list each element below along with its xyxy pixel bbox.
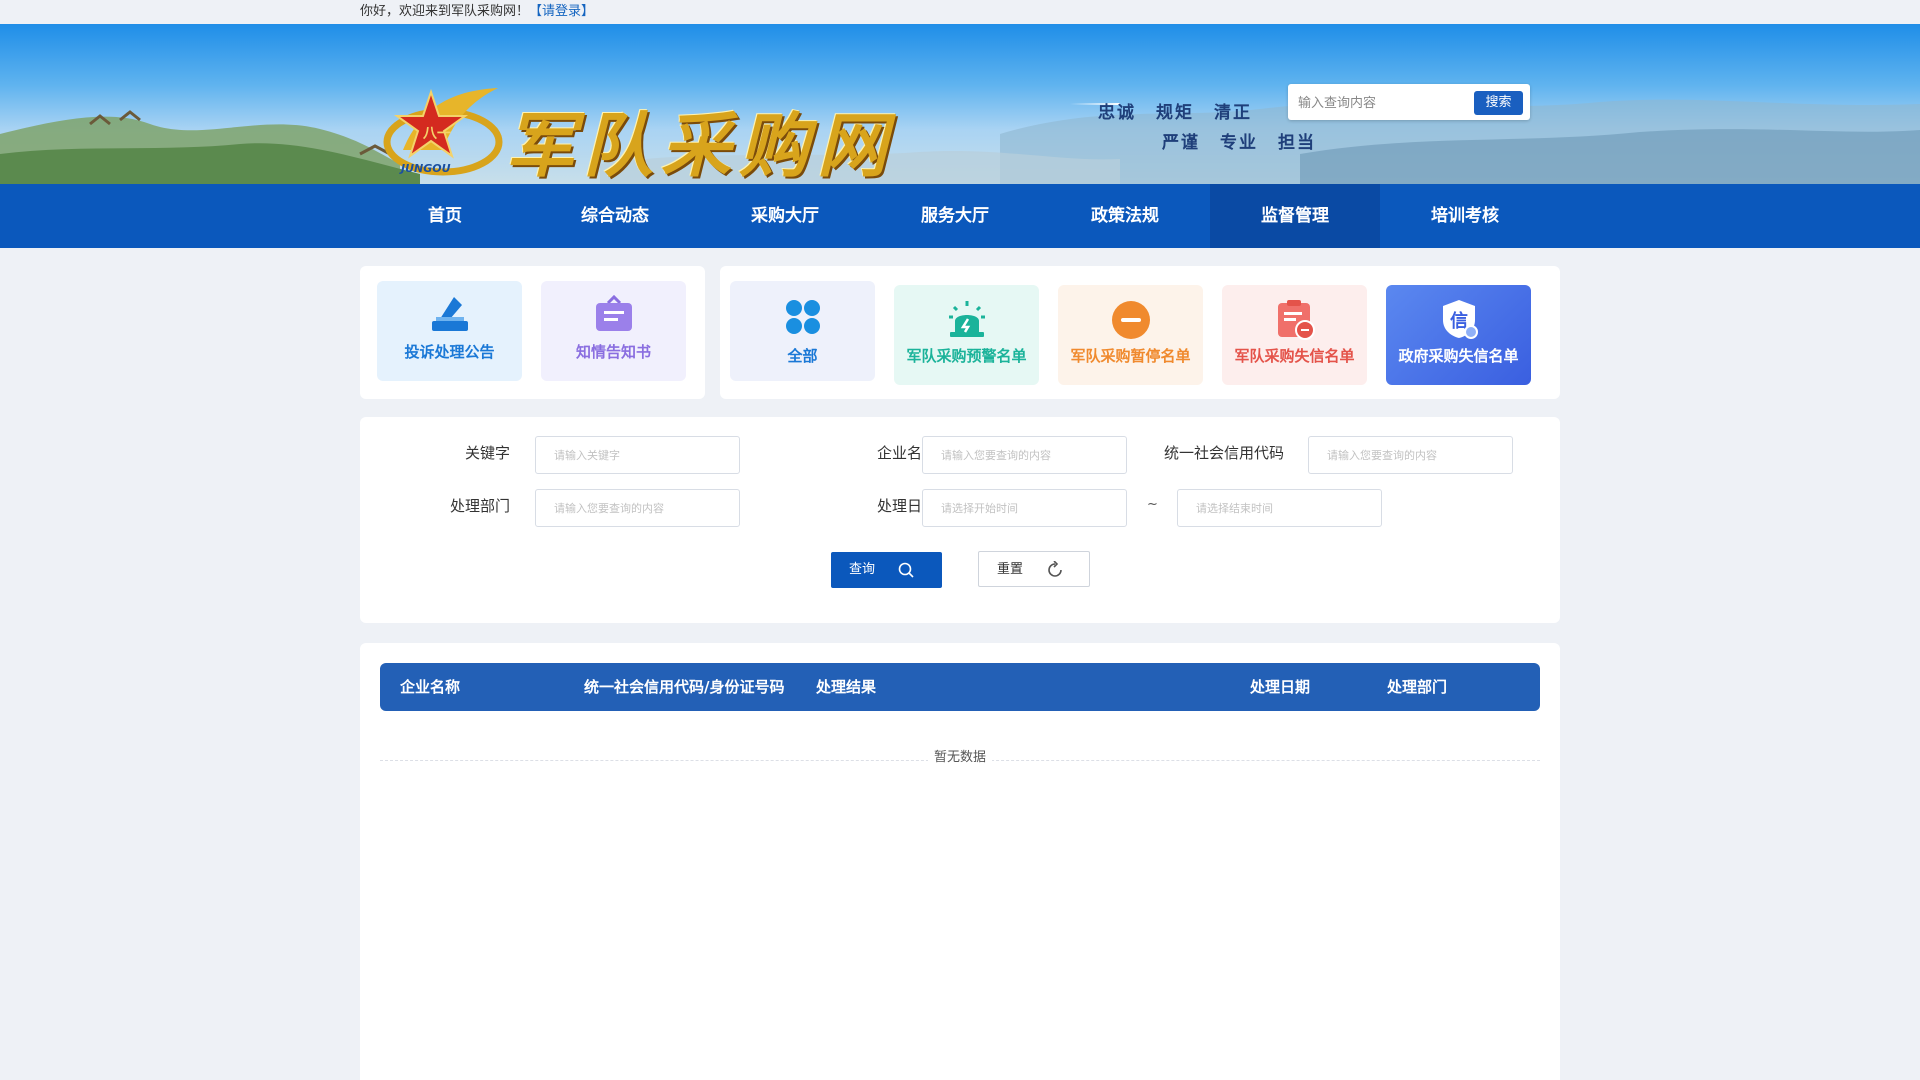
query-button-label: 查询 bbox=[849, 562, 876, 577]
motto-item: 清正 bbox=[1214, 103, 1252, 123]
main-nav: 首页 综合动态 采购大厅 服务大厅 政策法规 监督管理 培训考核 bbox=[0, 184, 1920, 248]
motto-item: 担当 bbox=[1278, 133, 1316, 153]
notice-board-icon bbox=[595, 295, 632, 331]
motto-item: 专业 bbox=[1220, 133, 1258, 153]
reset-button[interactable]: 重置 bbox=[978, 551, 1090, 587]
credit-shield-icon: 信 bbox=[1442, 300, 1478, 339]
army-star-emblem-icon: 八一 JUNGOU bbox=[383, 88, 503, 176]
category-label: 军队采购失信名单 bbox=[1234, 347, 1355, 365]
category-complaint-notice[interactable]: 投诉处理公告 bbox=[377, 281, 522, 381]
category-label: 军队采购预警名单 bbox=[906, 347, 1027, 365]
credit-code-input[interactable] bbox=[1308, 436, 1513, 474]
search-icon bbox=[898, 562, 914, 578]
top-bar: 你好，欢迎来到军队采购网！【请登录】 bbox=[0, 0, 1920, 24]
login-link[interactable]: 【请登录】 bbox=[529, 4, 594, 19]
department-label: 处理部门 bbox=[449, 497, 510, 515]
motto-row-1: 忠诚 规矩 清正 bbox=[1098, 98, 1272, 123]
date-label: 处理日期 bbox=[876, 497, 937, 515]
date-separator: ~ bbox=[1147, 497, 1158, 512]
category-notification-letter[interactable]: 知情告知书 bbox=[541, 281, 686, 381]
empty-state-text: 暂无数据 bbox=[927, 750, 992, 765]
category-label: 政府采购失信名单 bbox=[1398, 347, 1519, 365]
category-panel-left: 投诉处理公告 知情告知书 bbox=[360, 266, 705, 399]
category-all[interactable]: 全部 bbox=[730, 281, 875, 381]
nav-item-home[interactable]: 首页 bbox=[360, 184, 530, 248]
category-panel-right: 全部 军队采购预警名单 军队采购暂停名单 军队采购失信名单 信 政府采购失信名单 bbox=[720, 266, 1560, 399]
category-warning-list[interactable]: 军队采购预警名单 bbox=[894, 285, 1039, 385]
column-header-credit-code: 统一社会信用代码/身份证号码 bbox=[584, 678, 785, 696]
nav-item-supervision[interactable]: 监督管理 bbox=[1210, 184, 1380, 248]
grid-icon bbox=[785, 300, 820, 334]
company-name-label: 企业名称 bbox=[876, 444, 937, 462]
svg-text:八一: 八一 bbox=[422, 126, 451, 142]
category-gov-dishonest-list[interactable]: 信 政府采购失信名单 bbox=[1386, 285, 1531, 385]
column-header-date: 处理日期 bbox=[1250, 678, 1311, 696]
date-end-input[interactable] bbox=[1177, 489, 1382, 527]
keyword-label: 关键字 bbox=[464, 444, 510, 462]
column-header-company: 企业名称 bbox=[400, 678, 461, 696]
pause-circle-icon bbox=[1111, 301, 1150, 339]
site-search-button[interactable]: 搜索 bbox=[1474, 91, 1523, 115]
header-banner: 八一 JUNGOU 军队采购网 忠诚规矩清正 严谨专业担当 搜索 bbox=[0, 24, 1920, 184]
category-label: 全部 bbox=[787, 347, 818, 365]
ballot-box-icon bbox=[431, 297, 468, 331]
nav-item-policy[interactable]: 政策法规 bbox=[1040, 184, 1210, 248]
alarm-light-icon bbox=[948, 301, 985, 337]
motto-item: 规矩 bbox=[1156, 103, 1194, 123]
nav-item-training[interactable]: 培训考核 bbox=[1380, 184, 1550, 248]
category-suspension-list[interactable]: 军队采购暂停名单 bbox=[1058, 285, 1203, 385]
query-button[interactable]: 查询 bbox=[831, 552, 942, 588]
date-start-input[interactable] bbox=[922, 489, 1127, 527]
site-search-input[interactable] bbox=[1298, 91, 1458, 113]
column-header-result: 处理结果 bbox=[816, 678, 877, 696]
refresh-icon bbox=[1048, 561, 1062, 577]
department-input[interactable] bbox=[535, 489, 740, 527]
column-header-department: 处理部门 bbox=[1387, 678, 1448, 696]
nav-item-procurement-hall[interactable]: 采购大厅 bbox=[700, 184, 870, 248]
site-title: 军队采购网 bbox=[505, 104, 895, 184]
reset-button-label: 重置 bbox=[997, 562, 1024, 577]
motto-item: 忠诚 bbox=[1098, 103, 1136, 123]
credit-code-label: 统一社会信用代码 bbox=[1163, 444, 1284, 462]
clipboard-broken-icon bbox=[1277, 300, 1315, 340]
nav-item-service-hall[interactable]: 服务大厅 bbox=[870, 184, 1040, 248]
svg-text:JUNGOU: JUNGOU bbox=[399, 162, 451, 175]
mountain-landscape-image bbox=[0, 99, 1920, 184]
greeting-text: 你好，欢迎来到军队采购网！ bbox=[360, 4, 530, 19]
motto-item: 严谨 bbox=[1162, 133, 1200, 153]
motto-row-2: 严谨 专业 担当 bbox=[1162, 128, 1336, 153]
site-search: 搜索 bbox=[1288, 84, 1530, 120]
nav-item-news[interactable]: 综合动态 bbox=[530, 184, 700, 248]
keyword-input[interactable] bbox=[535, 436, 740, 474]
category-dishonest-list[interactable]: 军队采购失信名单 bbox=[1222, 285, 1367, 385]
category-label: 知情告知书 bbox=[575, 343, 651, 361]
category-label: 军队采购暂停名单 bbox=[1070, 347, 1191, 365]
search-form-panel: 关键字 企业名称 统一社会信用代码 处理部门 处理日期 ~ 查询 重置 bbox=[360, 417, 1560, 623]
category-label: 投诉处理公告 bbox=[404, 343, 495, 361]
company-name-input[interactable] bbox=[922, 436, 1127, 474]
table-header: 企业名称 统一社会信用代码/身份证号码 处理结果 处理日期 处理部门 bbox=[380, 663, 1540, 711]
empty-state: 暂无数据 bbox=[0, 746, 1920, 765]
